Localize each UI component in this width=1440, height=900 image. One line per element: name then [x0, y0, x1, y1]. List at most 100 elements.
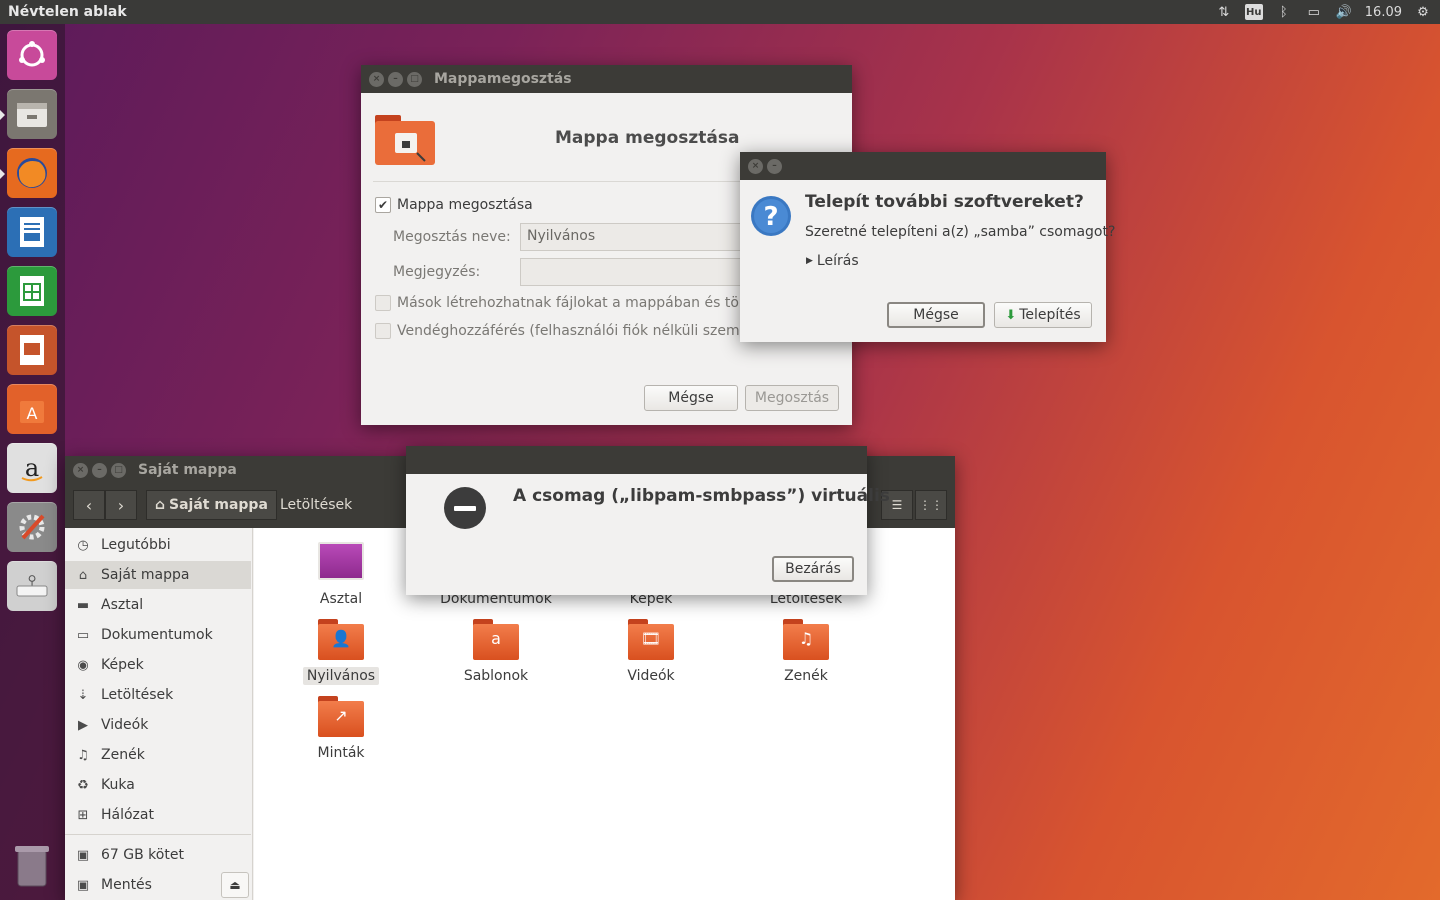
launcher: A a ⚲: [0, 24, 65, 900]
sidebar-item[interactable]: ⌂ Saját mappa: [65, 561, 251, 589]
battery-icon[interactable]: ▭: [1305, 4, 1323, 20]
trash-icon[interactable]: [7, 840, 57, 890]
sidebar-item[interactable]: ♻ Kuka: [65, 771, 251, 799]
details-expander[interactable]: ▶ Leírás: [806, 253, 859, 269]
files-icon[interactable]: [7, 89, 57, 139]
usb-installer-icon[interactable]: ⚲: [7, 561, 57, 611]
comment-label: Megjegyzés:: [393, 264, 481, 280]
folder-icon: a: [473, 619, 519, 661]
system-settings-icon[interactable]: [7, 502, 57, 552]
error-dialog: A csomag („libpam-smbpass”) virtuális Be…: [406, 446, 890, 595]
sidebar-item-icon: ◉: [77, 657, 89, 673]
install-button[interactable]: ⬇ Telepítés: [994, 302, 1092, 328]
breadcrumb-downloads[interactable]: Letöltések: [272, 490, 360, 520]
close-button[interactable]: Bezárás: [772, 556, 854, 582]
sidebar-item-icon: ▬: [76, 597, 90, 613]
folder-label: Nyilvános: [302, 667, 380, 685]
sidebar-item-icon: ◷: [77, 537, 89, 553]
sidebar-item-icon: ⊞: [77, 807, 89, 823]
top-panel: Névtelen ablak ⇅ Hu ᛒ ▭ 🔊 16.09 ⚙: [0, 0, 1440, 24]
close-icon[interactable]: ×: [73, 462, 88, 478]
folder-item[interactable]: a Sablonok: [426, 619, 566, 685]
minimize-icon[interactable]: –: [767, 158, 782, 174]
sidebar-item[interactable]: ⊞ Hálózat: [65, 801, 251, 829]
sidebar-item-label: Videók: [101, 717, 149, 733]
folder-label: Sablonok: [463, 668, 529, 684]
sidebar-item[interactable]: ♫ Zenék: [65, 741, 251, 769]
system-tray: ⇅ Hu ᛒ ▭ 🔊 16.09 ⚙: [1215, 4, 1432, 20]
folder-label: Videók: [627, 668, 675, 684]
dialog-heading: Telepít további szoftvereket?: [805, 192, 1084, 212]
sidebar-item[interactable]: ▭ Dokumentumok: [65, 621, 251, 649]
sidebar-item-icon: ♻: [77, 777, 89, 793]
amazon-icon[interactable]: a: [7, 443, 57, 493]
sidebar-item-label: Zenék: [101, 747, 145, 763]
svg-text:?: ?: [763, 202, 778, 232]
ubuntu-dash-icon[interactable]: [7, 30, 57, 80]
volume-icon[interactable]: 🔊: [1335, 4, 1353, 20]
grid-icon: ⋮⋮: [919, 498, 943, 512]
sidebar-item[interactable]: ▬ Asztal: [65, 591, 251, 619]
install-software-dialog: × – ? Telepít további szoftvereket? Szer…: [740, 152, 1115, 342]
minimize-icon[interactable]: –: [92, 462, 107, 478]
share-button[interactable]: Megosztás: [745, 385, 839, 411]
share-name-input[interactable]: Nyilvános: [520, 223, 760, 251]
grid-view-button[interactable]: ⋮⋮: [915, 490, 947, 520]
expander-arrow-icon: ▶: [806, 256, 813, 266]
maximize-icon[interactable]: □: [111, 462, 126, 478]
sidebar-device[interactable]: ▣ 67 GB kötet: [65, 841, 251, 869]
close-icon[interactable]: ×: [748, 158, 763, 174]
bluetooth-icon[interactable]: ᛒ: [1275, 4, 1293, 20]
guest-access-checkbox[interactable]: [375, 323, 391, 339]
dialog-question: Szeretné telepíteni a(z) „samba” csomago…: [805, 224, 1116, 240]
allow-create-checkbox[interactable]: [375, 295, 391, 311]
folder-icon: 👤: [318, 619, 364, 661]
minimize-icon[interactable]: –: [388, 71, 403, 87]
network-icon[interactable]: ⇅: [1215, 4, 1233, 20]
sidebar-item[interactable]: ⇣ Letöltések: [65, 681, 251, 709]
allow-create-checkbox-row[interactable]: Mások létrehozhatnak fájlokat a mappában…: [375, 295, 753, 311]
error-message: A csomag („libpam-smbpass”) virtuális: [513, 486, 890, 506]
window-title: Mappamegosztás: [434, 71, 572, 87]
folder-item[interactable]: 👤 Nyilvános: [271, 619, 411, 685]
keyboard-layout-indicator[interactable]: Hu: [1244, 4, 1263, 20]
sidebar-item-icon: ▭: [76, 627, 90, 643]
folder-item[interactable]: 🎞 Videók: [581, 619, 721, 685]
writer-icon[interactable]: [7, 207, 57, 257]
calc-icon[interactable]: [7, 266, 57, 316]
folder-label: Asztal: [319, 591, 363, 607]
close-icon[interactable]: ×: [369, 71, 384, 87]
eject-icon[interactable]: ⏏: [221, 872, 249, 898]
share-folder-checkbox-row[interactable]: ✔ Mappa megosztása: [375, 197, 533, 213]
firefox-icon[interactable]: [7, 148, 57, 198]
error-icon: [444, 487, 486, 529]
gear-icon[interactable]: ⚙: [1414, 4, 1432, 20]
software-center-icon[interactable]: A: [7, 384, 57, 434]
sidebar-item[interactable]: ◉ Képek: [65, 651, 251, 679]
folder-item[interactable]: ↗ Minták: [271, 696, 411, 762]
titlebar: [406, 446, 867, 474]
breadcrumb-home[interactable]: ⌂ Saját mappa: [146, 490, 277, 520]
impress-icon[interactable]: [7, 325, 57, 375]
maximize-icon[interactable]: □: [407, 71, 422, 87]
sidebar-separator: [65, 834, 251, 835]
forward-button[interactable]: ›: [105, 490, 137, 520]
sidebar-device-label: Mentés: [101, 877, 152, 893]
back-button[interactable]: ‹: [73, 490, 105, 520]
sidebar-item[interactable]: ◷ Legutóbbi: [65, 531, 251, 559]
sidebar-device[interactable]: ▣ Mentés ⏏: [65, 871, 251, 899]
folder-item[interactable]: ♫ Zenék: [736, 619, 876, 685]
clock[interactable]: 16.09: [1365, 5, 1402, 20]
comment-input[interactable]: [520, 258, 760, 286]
question-icon: ?: [750, 195, 792, 241]
sidebar-item-label: Dokumentumok: [101, 627, 213, 643]
cancel-button[interactable]: Mégse: [887, 302, 985, 328]
cancel-button[interactable]: Mégse: [644, 385, 738, 411]
svg-text:⚲: ⚲: [28, 573, 37, 587]
folder-item[interactable]: Asztal: [271, 542, 411, 608]
sidebar-item[interactable]: ▶ Videók: [65, 711, 251, 739]
share-folder-checkbox[interactable]: ✔: [375, 197, 391, 213]
guest-access-checkbox-row[interactable]: Vendéghozzáférés (felhasználói fiók nélk…: [375, 323, 748, 339]
folder-icon: [318, 542, 364, 584]
sidebar-item-label: Legutóbbi: [101, 537, 171, 553]
